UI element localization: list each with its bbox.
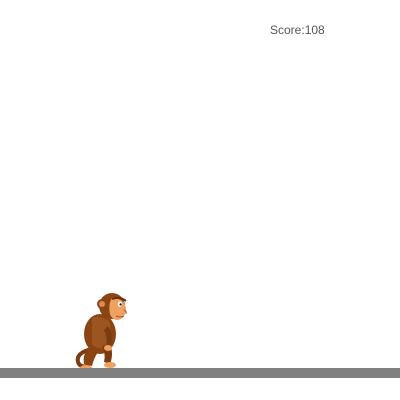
game-canvas[interactable]: Score:108	[0, 0, 400, 400]
score-value: 108	[304, 23, 325, 37]
monkey-icon	[75, 293, 127, 371]
score-display: Score:108	[270, 23, 325, 37]
player-character	[72, 288, 134, 372]
ground-platform	[0, 368, 400, 378]
score-label: Score:	[270, 23, 305, 37]
